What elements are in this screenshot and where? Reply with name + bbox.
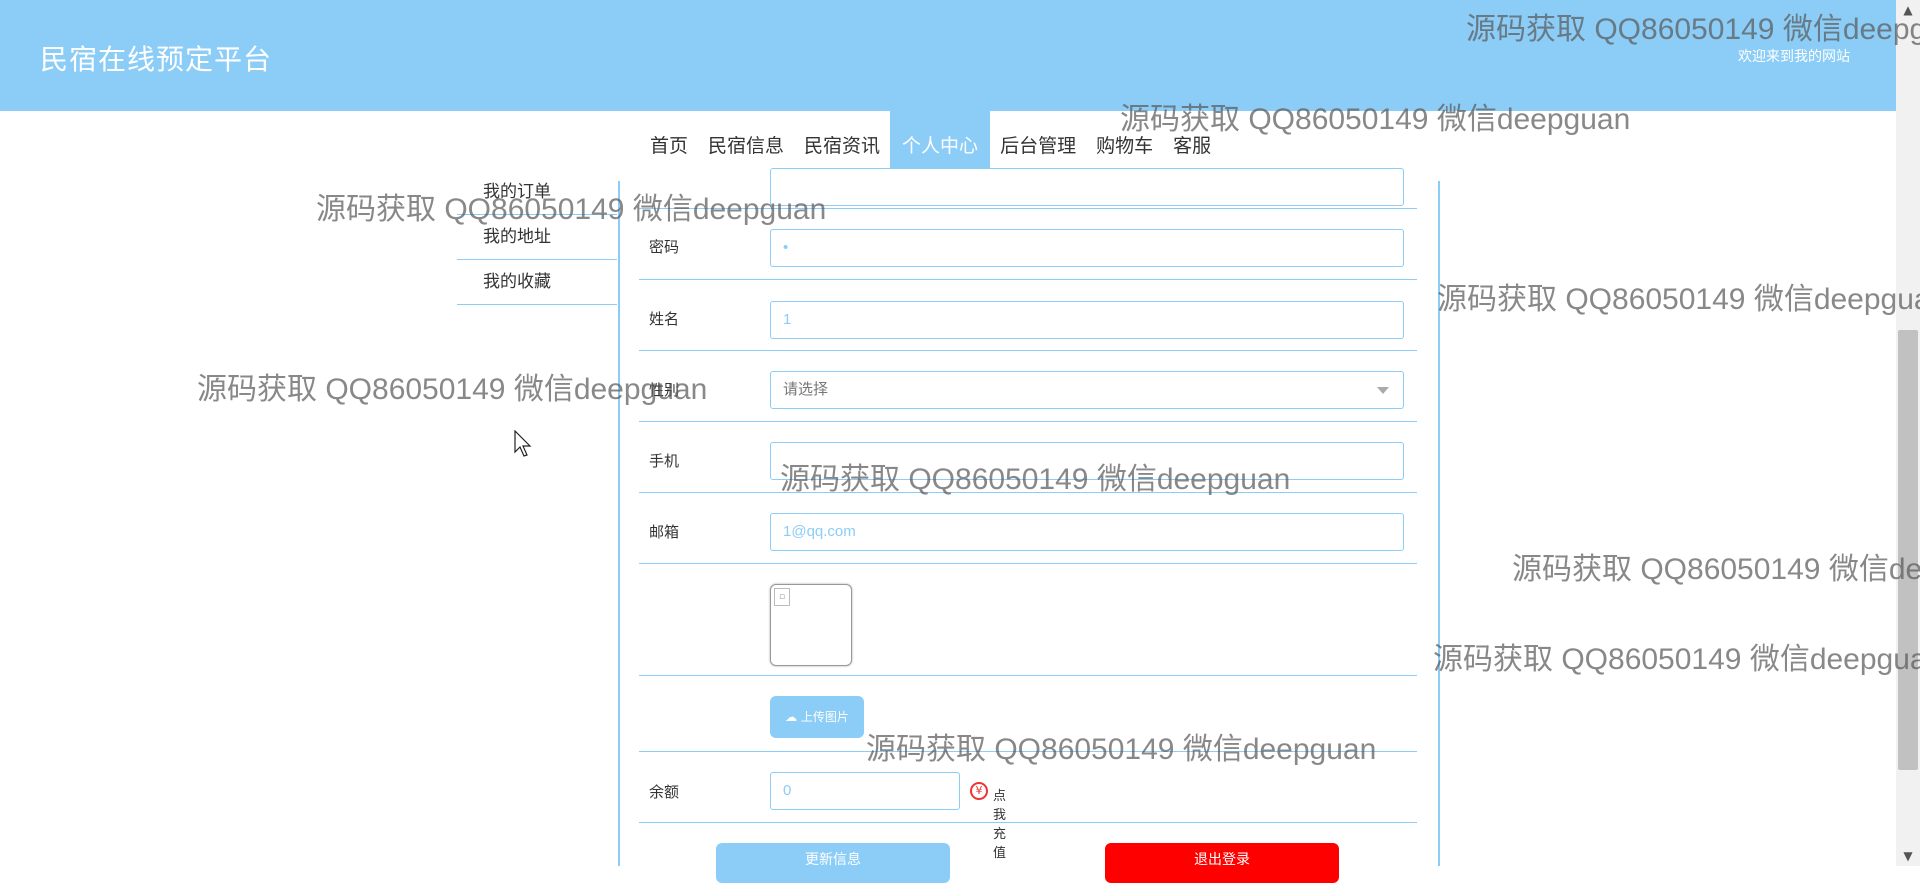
password-field[interactable]: • xyxy=(770,229,1404,267)
form-row-upload: ☁ 上传图片 xyxy=(639,676,1417,752)
form-row-gender: 性别 请选择 xyxy=(639,351,1417,422)
email-label: 邮箱 xyxy=(649,523,680,541)
watermark: 源码获取 QQ86050149 微信deepguan xyxy=(1512,553,1920,586)
watermark: 源码获取 QQ86050149 微信deepguan xyxy=(1437,283,1920,316)
scroll-up-icon[interactable]: ▲ xyxy=(1896,0,1920,20)
mouse-cursor-icon xyxy=(514,430,532,457)
form-row-balance: 余额 0 ¥ 点我充值 xyxy=(639,752,1417,861)
broken-image-icon: ▫ xyxy=(774,588,790,606)
account-field[interactable] xyxy=(770,168,1404,206)
form-row-email: 邮箱 1@qq.com xyxy=(639,493,1417,564)
form-row-avatar: ▫ xyxy=(639,564,1417,676)
side-item-address[interactable]: 我的地址 xyxy=(457,215,617,260)
yen-icon[interactable]: ¥ xyxy=(970,782,988,800)
watermark: 源码获取 QQ86050149 微信deepguan xyxy=(1433,643,1920,676)
nav-item-home[interactable]: 首页 xyxy=(640,111,698,181)
top-header: 民宿在线预定平台 欢迎来到我的网站 xyxy=(0,0,1896,111)
phone-field[interactable] xyxy=(770,442,1404,480)
side-item-orders[interactable]: 我的订单 xyxy=(457,170,617,215)
site-title[interactable]: 民宿在线预定平台 xyxy=(40,38,272,78)
chevron-down-icon xyxy=(1377,387,1389,394)
name-label: 姓名 xyxy=(649,310,680,328)
gender-select-value: 请选择 xyxy=(783,381,829,398)
gender-select[interactable]: 请选择 xyxy=(770,371,1404,409)
avatar-preview: ▫ xyxy=(770,584,852,666)
form-row-account xyxy=(639,168,1417,209)
form-row-name: 姓名 1 xyxy=(639,280,1417,351)
logout-button[interactable]: 退出登录 xyxy=(1105,843,1339,883)
password-label: 密码 xyxy=(649,238,680,256)
scrollbar-thumb[interactable] xyxy=(1898,330,1918,770)
upload-image-button[interactable]: ☁ 上传图片 xyxy=(770,696,864,738)
recharge-link[interactable]: 点我充值 xyxy=(993,785,1006,861)
form-row-password: 密码 • xyxy=(639,209,1417,280)
email-field[interactable]: 1@qq.com xyxy=(770,513,1404,551)
name-field[interactable]: 1 xyxy=(770,301,1404,339)
scroll-down-icon[interactable]: ▼ xyxy=(1896,846,1920,866)
gender-label: 性别 xyxy=(649,381,680,399)
phone-label: 手机 xyxy=(649,452,680,470)
balance-label: 余额 xyxy=(649,783,680,801)
upload-label: 上传图片 xyxy=(800,710,849,724)
form-row-phone: 手机 xyxy=(639,422,1417,493)
side-menu: 我的订单 我的地址 我的收藏 xyxy=(457,170,617,305)
update-info-button[interactable]: 更新信息 xyxy=(716,843,950,883)
balance-field[interactable]: 0 xyxy=(770,772,960,810)
welcome-text: 欢迎来到我的网站 xyxy=(1738,49,1850,65)
side-item-favorites[interactable]: 我的收藏 xyxy=(457,260,617,305)
cloud-upload-icon: ☁ xyxy=(785,710,798,724)
